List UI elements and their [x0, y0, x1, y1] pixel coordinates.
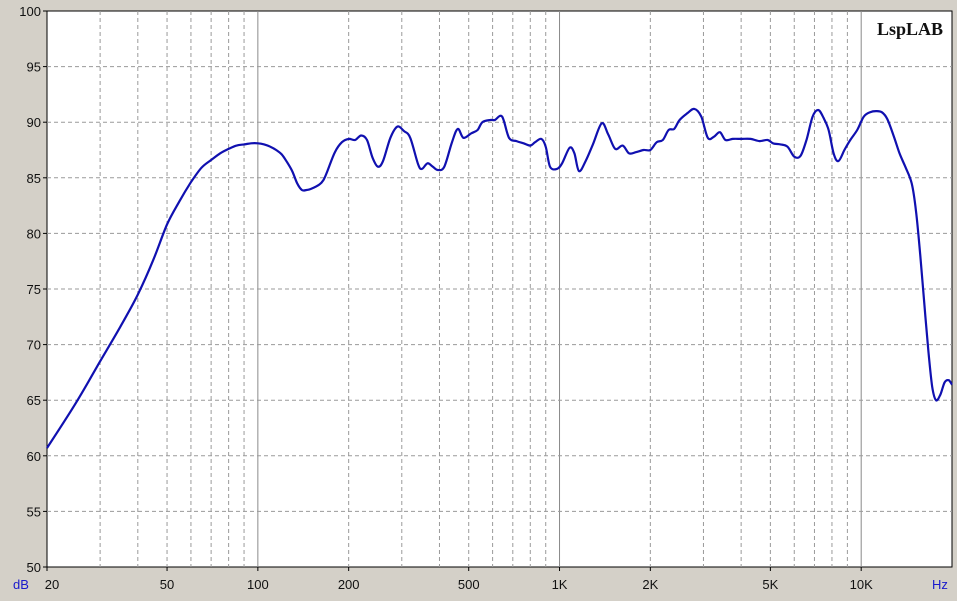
y-tick-label: 50: [27, 560, 41, 575]
y-tick-label: 90: [27, 115, 41, 130]
y-tick-label: 75: [27, 282, 41, 297]
x-tick-label: 500: [458, 577, 480, 592]
y-axis-unit-label: dB: [13, 577, 29, 592]
y-tick-label: 85: [27, 171, 41, 186]
y-tick-label: 70: [27, 338, 41, 353]
x-tick-label: 10K: [850, 577, 873, 592]
x-tick-label: 1K: [552, 577, 568, 592]
x-tick-label: 50: [160, 577, 174, 592]
brand-logo: LspLAB: [877, 19, 943, 39]
y-tick-label: 80: [27, 226, 41, 241]
y-axis-ticks: 100 95 90 85 80 75 70 65 60 55 50: [19, 4, 47, 575]
x-tick-label: 200: [338, 577, 360, 592]
y-tick-label: 95: [27, 60, 41, 75]
y-tick-label: 65: [27, 393, 41, 408]
x-tick-label: 5K: [762, 577, 778, 592]
frequency-response-chart: 100 95 90 85 80 75 70 65 60 55 50 20 50 100 200 500 1K 2…: [0, 0, 957, 596]
x-axis-unit-label: Hz: [932, 577, 948, 592]
x-tick-label: 20: [45, 577, 59, 592]
x-tick-label: 2K: [642, 577, 658, 592]
x-axis-ticks: 20 50 100 200 500 1K 2K 5K 10K: [45, 567, 873, 592]
chart-svg: 10095908580757065605550 20 50 100 200 500 1K 2…: [13, 4, 953, 592]
x-tick-label: 100: [247, 577, 269, 592]
y-tick-label: 55: [27, 504, 41, 519]
y-tick-label: 100: [19, 4, 41, 19]
y-tick-label: 60: [27, 449, 41, 464]
